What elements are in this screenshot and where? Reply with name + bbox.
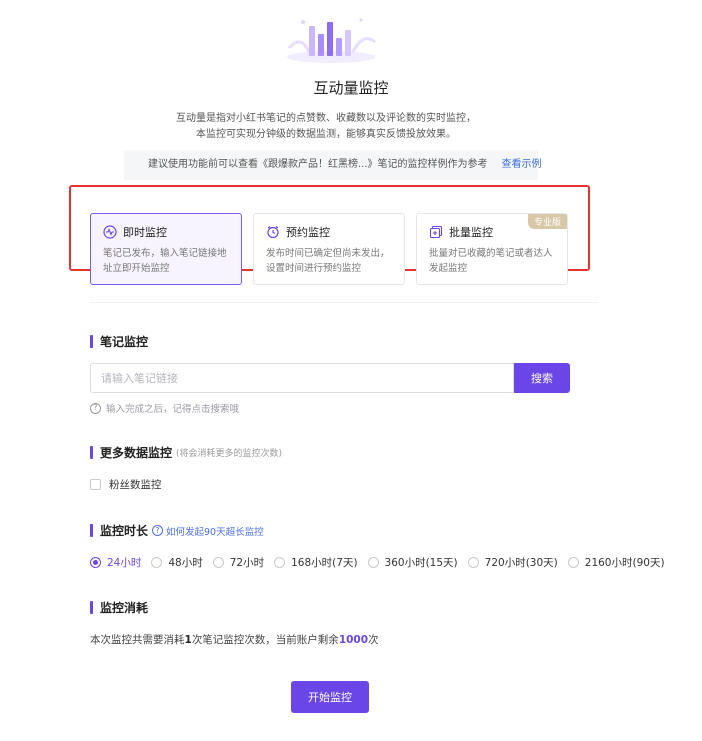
fans-monitor-checkbox[interactable] — [90, 479, 101, 490]
tip-text: 建议使用功能前可以查看《跟爆款产品！红黑榜...》笔记的监控样例作为参考 — [148, 159, 488, 170]
duration-options: 24小时 48小时 72小时 168小时(7天) 360小时(15天) 720小… — [90, 555, 675, 570]
radio-button[interactable] — [367, 557, 379, 568]
page-description: 互动量是指对小红书笔记的点赞数、收藏数以及评论数的实时监控， 本监控可实现分钟级… — [0, 111, 652, 143]
radio-label: 72小时 — [229, 557, 265, 569]
radio-button[interactable] — [274, 557, 286, 568]
divider — [90, 302, 598, 303]
alarm-clock-icon — [267, 226, 279, 239]
section-note-monitor: 笔记监控 — [90, 333, 148, 350]
section-title-text: 笔记监控 — [100, 335, 149, 349]
duration-option-168h[interactable]: 168小时(7天) — [274, 555, 358, 570]
remaining-count: 1000 — [338, 634, 369, 646]
duration-option-720h[interactable]: 720小时(30天) — [467, 555, 558, 570]
duration-option-72h[interactable]: 72小时 — [212, 555, 265, 570]
mode-description: 笔记已发布，输入笔记链接地址立即开始监控 — [103, 248, 227, 274]
duration-option-48h[interactable]: 48小时 — [151, 555, 203, 570]
cost-summary: 本次监控共需要消耗1次笔记监控次数，当前账户剩余1000次 — [90, 632, 379, 647]
mode-card-batch[interactable]: 专业版 批量监控 批量对已收藏的笔记或者达人发起监控 — [416, 213, 568, 285]
mode-title: 预约监控 — [286, 226, 330, 239]
search-hint: ? 输入完成之后，记得点击搜索哦 — [90, 401, 239, 415]
fans-monitor-option[interactable]: 粉丝数监控 — [90, 477, 162, 492]
radio-label: 24小时 — [107, 557, 142, 569]
view-example-link[interactable]: 查看示例 — [502, 159, 542, 170]
mode-card-instant[interactable]: 即时监控 笔记已发布，输入笔记链接地址立即开始监控 — [90, 213, 242, 285]
cost-count: 1 — [184, 634, 192, 646]
radio-label: 720小时(30天) — [484, 557, 558, 569]
description-line-2: 本监控可实现分钟级的数据监测，能够真实反馈投放效果。 — [196, 129, 456, 140]
duration-option-2160h[interactable]: 2160小时(90天) — [567, 555, 665, 570]
cost-prefix: 本次监控共需要消耗 — [90, 634, 185, 646]
mode-title: 即时监控 — [123, 226, 167, 239]
section-accent-bar — [90, 335, 93, 348]
radio-button[interactable] — [90, 557, 101, 568]
radio-label: 168小时(7天) — [291, 557, 358, 569]
radio-button[interactable] — [212, 557, 224, 568]
radio-label: 2160小时(90天) — [584, 557, 665, 569]
cost-mid: 次笔记监控次数，当前账户剩余 — [191, 634, 339, 646]
start-monitor-button[interactable]: 开始监控 — [291, 681, 369, 713]
page-title: 互动量监控 — [313, 79, 389, 97]
section-note: (将会消耗更多的监控次数) — [176, 449, 283, 459]
section-cost: 监控消耗 — [90, 599, 148, 616]
section-accent-bar — [90, 524, 93, 537]
search-button[interactable]: 搜索 — [514, 363, 570, 393]
batch-icon — [429, 225, 443, 239]
note-link-search: 搜索 — [90, 363, 570, 393]
bar-chart-illustration — [287, 18, 376, 63]
section-title-text: 监控消耗 — [100, 601, 149, 615]
section-title-text: 监控时长 — [100, 524, 149, 538]
radio-button[interactable] — [151, 557, 163, 568]
radio-button[interactable] — [467, 557, 479, 568]
duration-option-360h[interactable]: 360小时(15天) — [367, 555, 458, 570]
description-line-1: 互动量是指对小红书笔记的点赞数、收藏数以及评论数的实时监控， — [176, 113, 476, 124]
cost-suffix: 次 — [368, 634, 379, 646]
pulse-icon — [103, 225, 117, 239]
section-more-data: 更多数据监控 (将会消耗更多的监控次数) — [90, 444, 282, 461]
section-duration: 监控时长 ? 如何发起90天超长监控 — [90, 522, 264, 539]
radio-label: 360小时(15天) — [384, 557, 458, 569]
checkbox-label: 粉丝数监控 — [109, 479, 162, 491]
section-accent-bar — [90, 601, 93, 614]
pro-badge: 专业版 — [527, 214, 567, 229]
note-link-input[interactable] — [90, 363, 514, 393]
mode-description: 发布时间已确定但尚未发出，设置时间进行预约监控 — [266, 248, 390, 274]
help-circle-icon: ? — [90, 402, 101, 414]
example-tip: 建议使用功能前可以查看《跟爆款产品！红黑榜...》笔记的监控样例作为参考 查看示例 — [124, 150, 542, 180]
duration-option-24h[interactable]: 24小时 — [90, 555, 141, 570]
mode-card-scheduled[interactable]: 预约监控 发布时间已确定但尚未发出，设置时间进行预约监控 — [253, 213, 405, 285]
help-circle-icon: ? — [152, 525, 164, 536]
help-link-text: 如何发起90天超长监控 — [166, 526, 264, 538]
mode-description: 批量对已收藏的笔记或者达人发起监控 — [429, 248, 553, 274]
radio-label: 48小时 — [168, 557, 203, 569]
hint-text: 输入完成之后，记得点击搜索哦 — [106, 404, 240, 415]
section-title-text: 更多数据监控 — [100, 446, 173, 460]
mode-title: 批量监控 — [449, 226, 493, 239]
section-accent-bar — [90, 446, 93, 459]
long-monitor-help-link[interactable]: ? 如何发起90天超长监控 — [152, 524, 264, 538]
radio-button[interactable] — [567, 557, 579, 568]
